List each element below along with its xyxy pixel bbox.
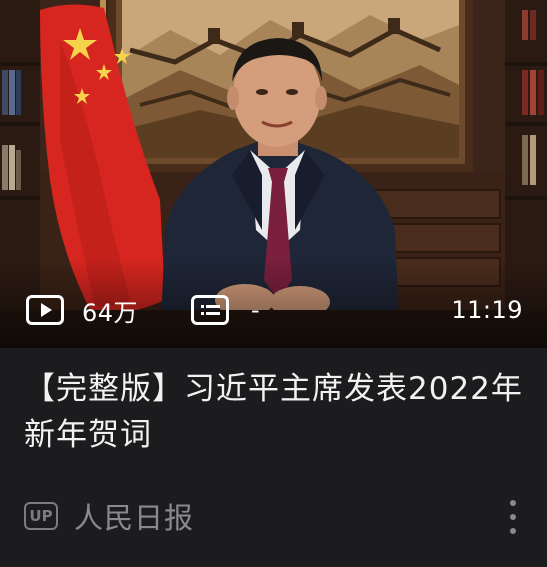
up-badge-icon: UP bbox=[24, 502, 58, 530]
more-vertical-icon[interactable] bbox=[503, 500, 523, 534]
play-count-icon bbox=[26, 295, 64, 325]
danmaku-count-value: - bbox=[251, 296, 261, 324]
author-name[interactable]: 人民日报 bbox=[74, 495, 194, 537]
danmaku-count: - bbox=[191, 288, 260, 332]
video-title[interactable]: 【完整版】习近平主席发表2022年新年贺词 bbox=[24, 366, 524, 458]
video-thumbnail[interactable]: 64万 - 11:19 bbox=[0, 0, 547, 348]
duration-value: 11:19 bbox=[451, 296, 523, 324]
danmaku-icon bbox=[191, 295, 229, 325]
thumbnail-stats-bar: 64万 - 11:19 bbox=[0, 288, 547, 332]
play-count: 64万 bbox=[26, 288, 138, 332]
video-meta-row: UP 人民日报 bbox=[24, 496, 523, 536]
play-count-value: 64万 bbox=[82, 298, 139, 327]
video-card[interactable]: 64万 - 11:19 【完整版】习近平主席发表2022年新年贺词 UP 人民日… bbox=[0, 0, 547, 567]
video-duration: 11:19 bbox=[451, 288, 523, 332]
